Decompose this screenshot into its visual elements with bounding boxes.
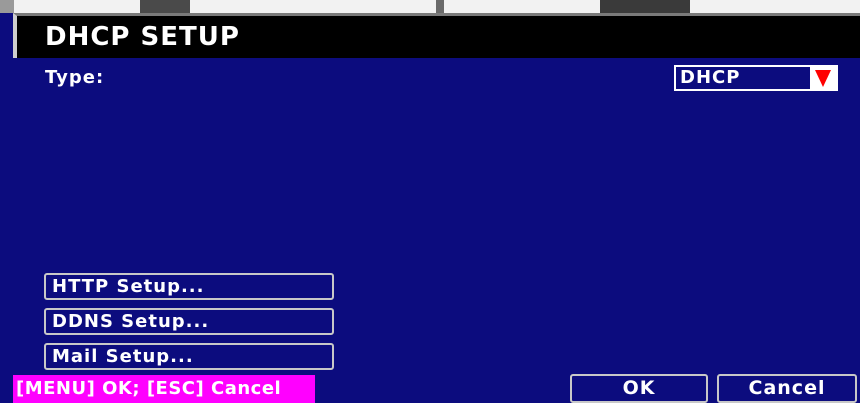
ok-button[interactable]: OK: [570, 374, 708, 403]
http-setup-button[interactable]: HTTP Setup...: [44, 273, 334, 300]
type-dropdown-value: DHCP: [680, 67, 741, 88]
dialog-title-bar: DHCP SETUP: [13, 13, 860, 58]
dropdown-arrow-button[interactable]: [810, 67, 836, 89]
cancel-button[interactable]: Cancel: [717, 374, 857, 403]
key-hint-bar: [MENU] OK; [ESC] Cancel: [13, 375, 315, 403]
ok-button-label: OK: [622, 377, 656, 399]
http-setup-label: HTTP Setup...: [52, 276, 205, 297]
mail-setup-label: Mail Setup...: [52, 346, 194, 367]
dialog-title: DHCP SETUP: [45, 22, 240, 52]
mail-setup-button[interactable]: Mail Setup...: [44, 343, 334, 370]
type-label: Type:: [45, 67, 105, 88]
top-edge-strip: [0, 0, 860, 13]
ddns-setup-label: DDNS Setup...: [52, 311, 210, 332]
cancel-button-label: Cancel: [748, 377, 826, 399]
triangle-down-icon: [815, 70, 831, 87]
ddns-setup-button[interactable]: DDNS Setup...: [44, 308, 334, 335]
key-hint-text: [MENU] OK; [ESC] Cancel: [16, 378, 282, 399]
type-dropdown[interactable]: DHCP: [674, 65, 838, 91]
